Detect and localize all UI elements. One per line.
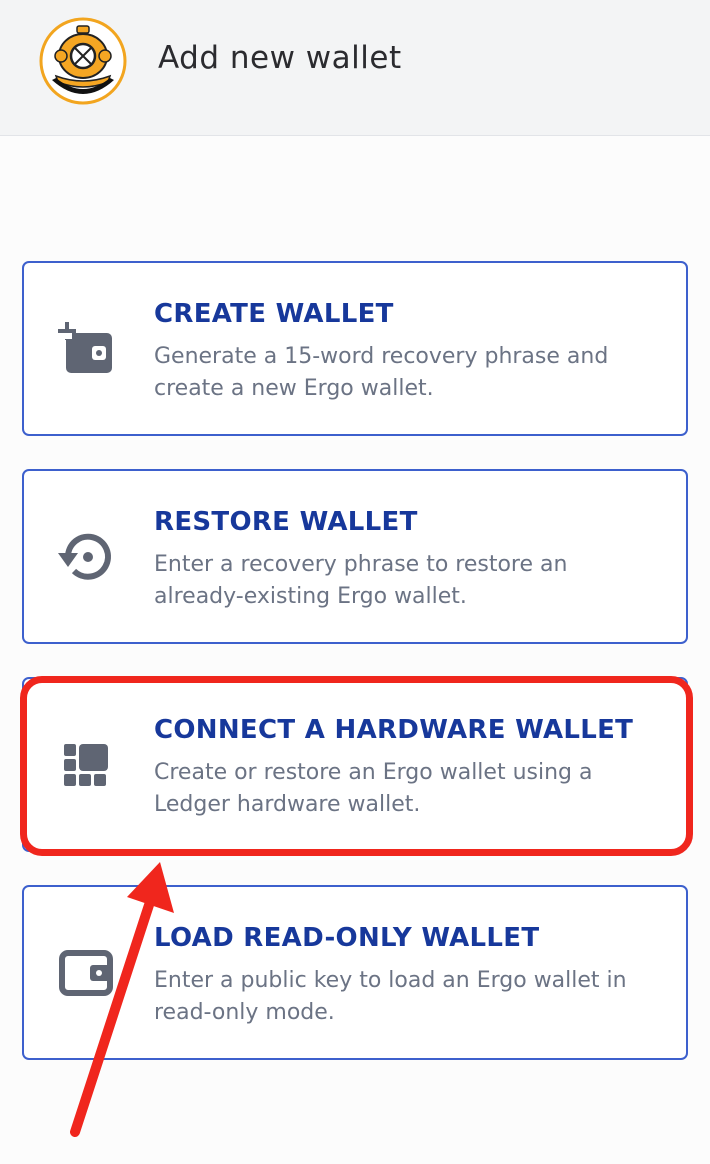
restore-icon bbox=[58, 533, 111, 580]
connect-hardware-wallet-description: Create or restore an Ergo wallet using a… bbox=[154, 760, 593, 817]
app-header: Add new wallet bbox=[0, 0, 710, 136]
restore-wallet-description: Enter a recovery phrase to restore an al… bbox=[154, 552, 568, 609]
page-title: Add new wallet bbox=[158, 40, 402, 76]
connect-hardware-wallet-title: CONNECT A HARDWARE WALLET bbox=[154, 715, 634, 745]
load-read-only-wallet-title: LOAD READ-ONLY WALLET bbox=[154, 923, 540, 953]
connect-hardware-wallet-option[interactable]: CONNECT A HARDWARE WALLET Create or rest… bbox=[22, 677, 688, 852]
restore-wallet-option[interactable]: RESTORE WALLET Enter a recovery phrase t… bbox=[22, 469, 688, 644]
load-read-only-wallet-description: Enter a public key to load an Ergo walle… bbox=[154, 968, 627, 1025]
hardware-wallet-icon bbox=[64, 743, 108, 786]
load-read-only-wallet-option[interactable]: LOAD READ-ONLY WALLET Enter a public key… bbox=[22, 885, 688, 1060]
wallet-plus-icon bbox=[58, 321, 112, 373]
create-wallet-option[interactable]: CREATE WALLET Generate a 15-word recover… bbox=[22, 261, 688, 436]
create-wallet-title: CREATE WALLET bbox=[154, 299, 394, 329]
create-wallet-description: Generate a 15-word recovery phrase and c… bbox=[154, 344, 609, 401]
wallet-icon bbox=[59, 949, 113, 996]
diving-helmet-logo bbox=[39, 17, 127, 105]
restore-wallet-title: RESTORE WALLET bbox=[154, 507, 418, 537]
